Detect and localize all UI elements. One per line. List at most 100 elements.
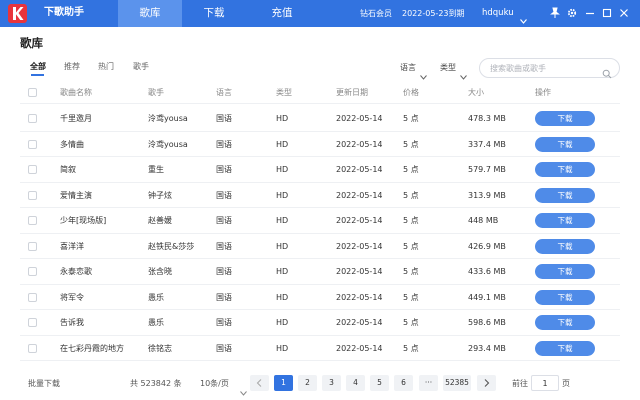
page-button[interactable]: 1 <box>274 375 293 391</box>
page-button[interactable]: 4 <box>346 375 365 391</box>
singer-name: 重生 <box>148 165 164 174</box>
download-button[interactable]: 下载 <box>535 264 595 279</box>
goto-page-input[interactable] <box>531 375 559 391</box>
app-title: 下歌助手 <box>44 7 84 18</box>
nav-tab-downloads[interactable]: 下载 <box>182 0 246 27</box>
language-cell: 国语 <box>216 216 232 225</box>
song-name: 千里邀月 <box>60 114 92 123</box>
language-cell: 国语 <box>216 343 232 353</box>
singer-name: 张含晓 <box>148 267 172 276</box>
app-logo-icon <box>8 4 27 23</box>
download-button[interactable]: 下载 <box>535 340 595 356</box>
total-count: 共 523842 条 <box>130 379 182 388</box>
row-checkbox[interactable] <box>28 216 37 225</box>
chevron-down-icon[interactable] <box>240 381 247 400</box>
language-cell: 国语 <box>216 165 232 174</box>
download-button[interactable]: 下载 <box>535 315 595 330</box>
size-cell: 426.9 MB <box>468 241 506 251</box>
row-checkbox[interactable] <box>28 292 37 302</box>
page-size-select[interactable]: 10条/页 <box>200 378 229 389</box>
pin-icon[interactable] <box>549 6 561 20</box>
date-cell: 2022-05-14 <box>336 343 383 353</box>
date-cell: 2022-05-14 <box>336 292 383 302</box>
row-checkbox[interactable] <box>28 343 37 353</box>
row-checkbox[interactable] <box>28 318 37 327</box>
price-cell: 5 点 <box>403 318 419 327</box>
close-icon[interactable] <box>618 6 630 20</box>
row-checkbox[interactable] <box>28 114 37 123</box>
nav-tab-library[interactable]: 歌库 <box>118 0 182 27</box>
gear-icon[interactable] <box>566 6 578 20</box>
nav-tab-recharge[interactable]: 充值 <box>250 0 314 27</box>
chevron-down-icon[interactable] <box>420 65 427 84</box>
page-button[interactable]: 5 <box>370 375 389 391</box>
page-ellipsis[interactable]: ··· <box>419 375 438 391</box>
language-cell: 国语 <box>216 318 232 327</box>
date-cell: 2022-05-14 <box>336 165 383 174</box>
row-checkbox[interactable] <box>28 190 37 200</box>
row-divider <box>20 258 620 259</box>
download-button[interactable]: 下载 <box>535 238 595 254</box>
row-checkbox[interactable] <box>28 139 37 149</box>
tab-hot[interactable]: 热门 <box>98 61 114 72</box>
song-name: 永泰恋歌 <box>60 267 92 276</box>
download-button[interactable]: 下载 <box>535 162 595 177</box>
select-all-checkbox[interactable] <box>28 88 37 97</box>
date-cell: 2022-05-14 <box>336 267 383 276</box>
username[interactable]: hdquku <box>482 8 514 19</box>
price-cell: 5 点 <box>403 343 419 353</box>
column-header-date: 更新日期 <box>336 88 368 97</box>
minimize-icon[interactable] <box>584 6 596 20</box>
size-cell: 478.3 MB <box>468 114 506 123</box>
column-header-type: 类型 <box>276 88 292 97</box>
language-filter[interactable]: 语言 <box>400 62 416 73</box>
price-cell: 5 点 <box>403 241 419 251</box>
page-button[interactable]: 52385 <box>443 375 471 391</box>
page-button[interactable]: 6 <box>394 375 413 391</box>
column-header-language: 语言 <box>216 88 232 97</box>
language-cell: 国语 <box>216 292 232 302</box>
row-checkbox[interactable] <box>28 241 37 251</box>
column-header-action: 操作 <box>535 88 551 97</box>
row-divider <box>20 130 620 132</box>
search-box <box>479 58 620 79</box>
search-icon[interactable] <box>602 64 612 83</box>
row-divider <box>20 232 620 234</box>
tab-singers[interactable]: 歌手 <box>133 61 149 72</box>
chevron-left-icon <box>256 379 262 387</box>
price-cell: 5 点 <box>403 216 419 225</box>
active-tab-indicator <box>31 74 44 76</box>
page-title: 歌库 <box>20 36 43 50</box>
tab-recommended[interactable]: 推荐 <box>64 61 80 72</box>
download-button[interactable]: 下载 <box>535 187 595 203</box>
column-header-singer: 歌手 <box>148 88 164 97</box>
row-checkbox[interactable] <box>28 165 37 174</box>
page-button[interactable]: 3 <box>322 375 341 391</box>
size-cell: 293.4 MB <box>468 343 506 353</box>
prev-page-button[interactable] <box>250 375 269 391</box>
row-checkbox[interactable] <box>28 267 37 276</box>
search-input[interactable] <box>490 62 600 75</box>
type-filter[interactable]: 类型 <box>440 62 456 73</box>
chevron-down-icon[interactable] <box>520 9 527 28</box>
price-cell: 5 点 <box>403 292 419 302</box>
chevron-down-icon[interactable] <box>460 65 467 84</box>
song-name: 爱情主演 <box>60 190 92 200</box>
song-name: 简叙 <box>60 165 76 174</box>
page-button[interactable]: 2 <box>298 375 317 391</box>
row-divider <box>20 181 620 183</box>
row-divider <box>20 360 620 361</box>
maximize-icon[interactable] <box>601 6 613 20</box>
type-cell: HD <box>276 292 289 302</box>
download-button[interactable]: 下载 <box>535 136 595 152</box>
tab-all[interactable]: 全部 <box>30 61 46 72</box>
download-button[interactable]: 下载 <box>535 289 595 305</box>
next-page-button[interactable] <box>477 375 496 391</box>
type-cell: HD <box>276 139 289 149</box>
price-cell: 5 点 <box>403 190 419 200</box>
download-button[interactable]: 下载 <box>535 111 595 126</box>
title-bar: 下歌助手 歌库 下载 充值 钻石会员 2022-05-23到期 hdquku <box>0 0 640 27</box>
download-button[interactable]: 下载 <box>535 213 595 228</box>
size-cell: 598.6 MB <box>468 318 506 327</box>
batch-download-button[interactable]: 批量下载 <box>28 378 60 389</box>
